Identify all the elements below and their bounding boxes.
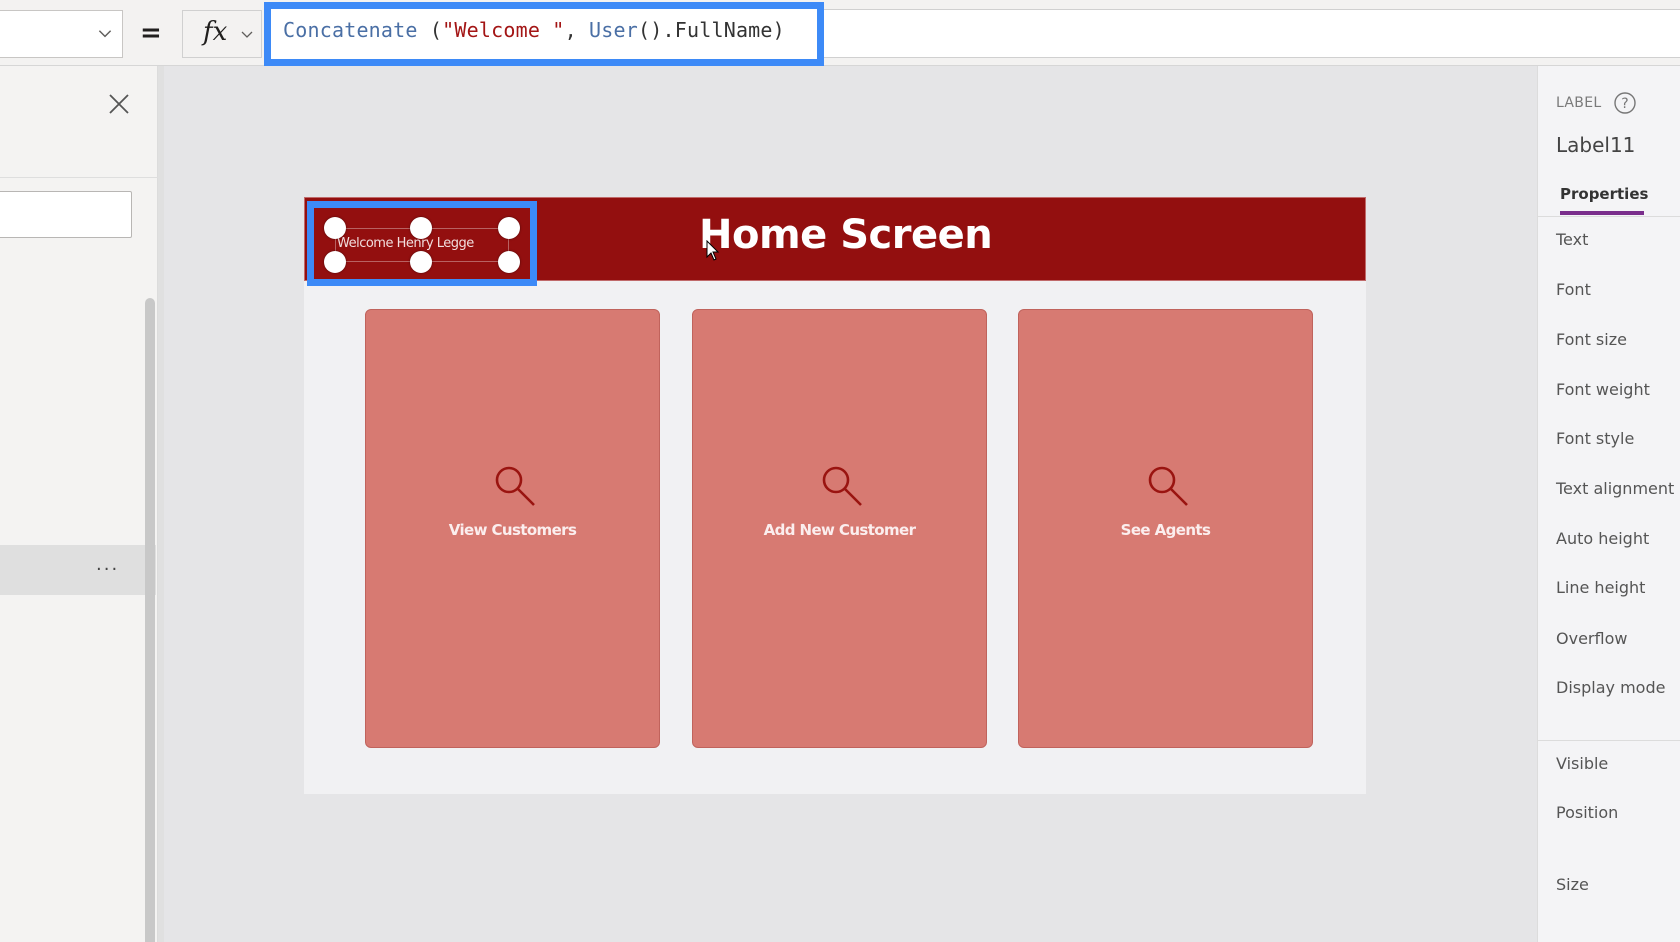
search-input[interactable]: [0, 191, 132, 238]
property-dropdown[interactable]: [0, 10, 123, 58]
divider: [1538, 216, 1680, 217]
search-icon: [822, 466, 862, 506]
header-title[interactable]: Home Screen: [699, 212, 993, 258]
property-text-alignment[interactable]: Text alignment: [1556, 479, 1674, 498]
property-font-style[interactable]: Font style: [1556, 429, 1634, 448]
property-font[interactable]: Font: [1556, 280, 1591, 299]
properties-panel: LABEL ? Label11 Properties Text Font Fon…: [1537, 66, 1680, 942]
property-font-weight[interactable]: Font weight: [1556, 380, 1650, 399]
power-apps-studio: = fx Concatenate ("Welcome ", User().Ful…: [0, 0, 1680, 942]
card-view-customers[interactable]: View Customers: [365, 309, 660, 748]
tab-properties[interactable]: Properties: [1560, 185, 1648, 203]
search-icon: [1148, 466, 1188, 506]
formula-open-paren: (: [417, 18, 443, 42]
divider: [0, 177, 158, 178]
more-options-button[interactable]: ...: [96, 554, 119, 575]
resize-handle-bottom[interactable]: [410, 251, 432, 273]
property-overflow[interactable]: Overflow: [1556, 629, 1627, 648]
formula-function: Concatenate: [283, 18, 418, 42]
fx-icon: fx: [203, 17, 228, 47]
resize-handle-top-left[interactable]: [324, 217, 346, 239]
formula-string: "Welcome ": [442, 18, 565, 42]
divider: [1538, 740, 1680, 741]
formula-comma: ,: [564, 18, 590, 42]
resize-handle-bottom-left[interactable]: [324, 251, 346, 273]
card-label: View Customers: [448, 521, 577, 539]
property-auto-height[interactable]: Auto height: [1556, 529, 1649, 548]
formula-text[interactable]: Concatenate ("Welcome ", User().FullName…: [283, 18, 785, 42]
card-label: See Agents: [1120, 521, 1211, 539]
control-name[interactable]: Label11: [1556, 133, 1635, 157]
card-add-new-customer[interactable]: Add New Customer: [692, 309, 987, 748]
property-text[interactable]: Text: [1556, 230, 1588, 249]
fx-button[interactable]: fx: [182, 10, 262, 58]
card-see-agents[interactable]: See Agents: [1018, 309, 1313, 748]
card-label: Add New Customer: [763, 521, 916, 539]
mouse-cursor-icon: [706, 240, 720, 261]
resize-handle-top-right[interactable]: [498, 217, 520, 239]
control-type: LABEL: [1556, 95, 1602, 111]
chevron-down-icon: [241, 31, 253, 38]
resize-handle-bottom-right[interactable]: [498, 251, 520, 273]
formula-bar: = fx Concatenate ("Welcome ", User().Ful…: [0, 0, 1680, 66]
property-position[interactable]: Position: [1556, 803, 1618, 822]
formula-function-user: User: [589, 18, 639, 42]
active-tab-indicator: [1560, 211, 1644, 215]
close-icon[interactable]: [108, 93, 130, 115]
property-font-size[interactable]: Font size: [1556, 330, 1627, 349]
property-visible[interactable]: Visible: [1556, 754, 1608, 773]
property-size[interactable]: Size: [1556, 875, 1589, 894]
chevron-down-icon: [98, 30, 112, 38]
resize-handle-top[interactable]: [410, 217, 432, 239]
tree-view-panel: ...: [0, 66, 164, 942]
search-icon: [495, 466, 535, 506]
svg-text:?: ?: [1621, 96, 1628, 112]
formula-rest: ().FullName): [638, 18, 785, 42]
help-icon[interactable]: ?: [1613, 91, 1637, 115]
tree-item-selected[interactable]: [0, 545, 156, 595]
property-line-height[interactable]: Line height: [1556, 578, 1645, 597]
equals-sign: =: [140, 18, 162, 48]
property-display-mode[interactable]: Display mode: [1556, 678, 1665, 697]
scrollbar[interactable]: [145, 298, 155, 942]
